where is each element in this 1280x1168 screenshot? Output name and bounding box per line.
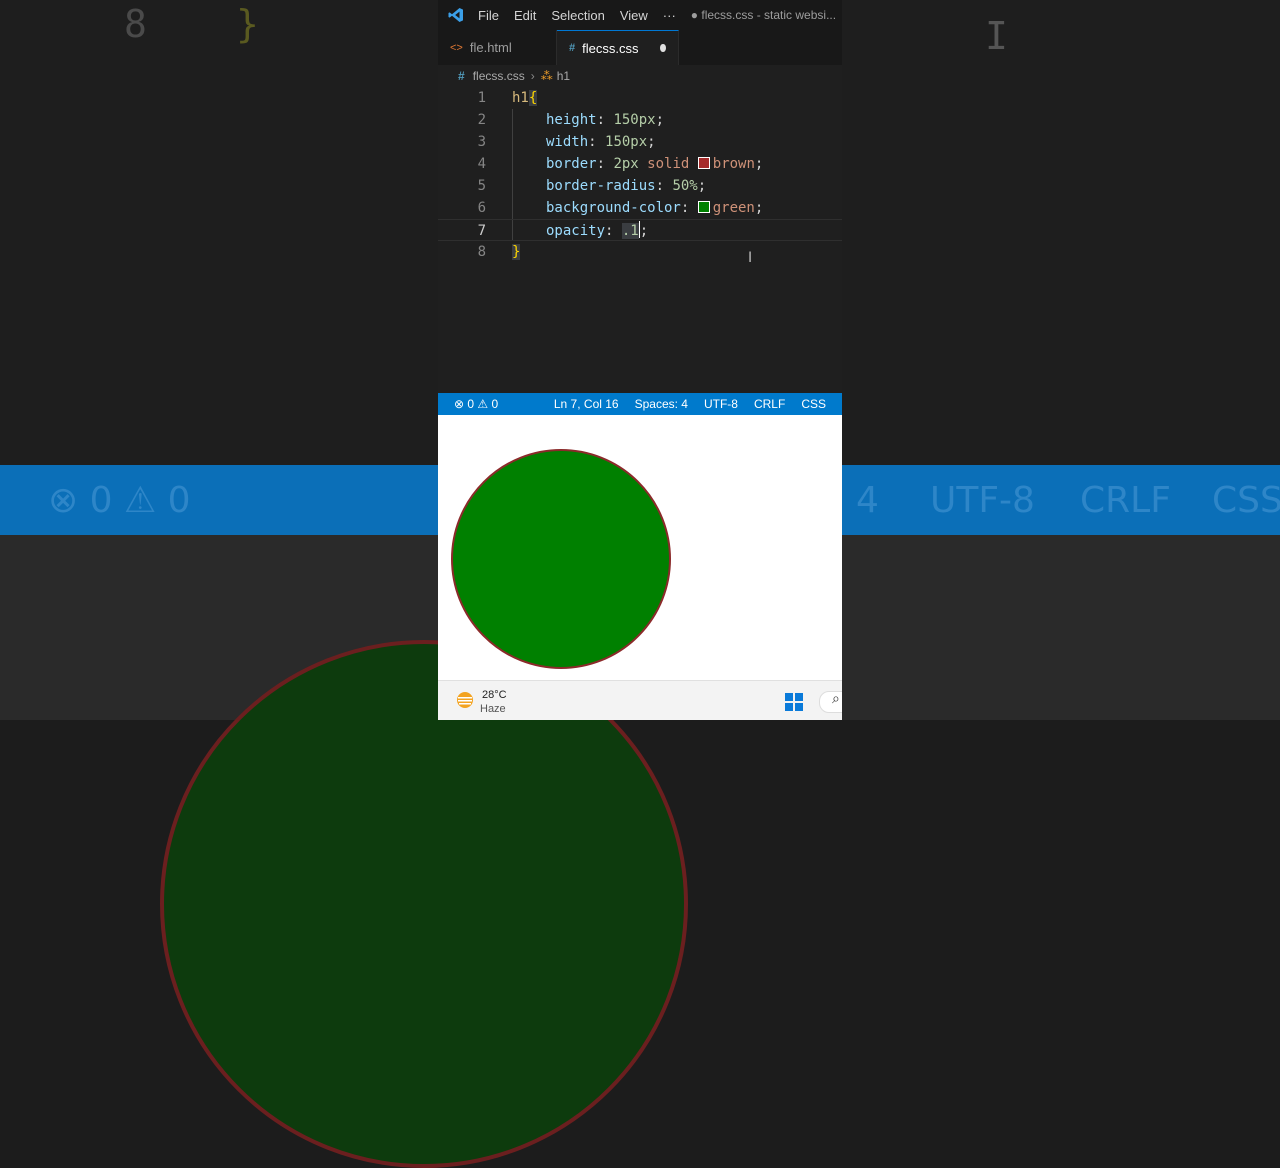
background-line-number: 8 xyxy=(124,2,147,46)
css-color-value: brown xyxy=(712,156,755,172)
css-property: border xyxy=(546,156,597,172)
haze-weather-icon[interactable] xyxy=(456,691,474,709)
line-number: 7 xyxy=(477,223,486,239)
line-number: 5 xyxy=(477,178,486,194)
code-line: 4 border: 2px solid brown; xyxy=(438,153,842,175)
css-value: 150px xyxy=(613,112,656,128)
background-brace: } xyxy=(236,2,259,46)
line-number: 4 xyxy=(477,156,486,172)
background-status-eol: CRLF xyxy=(1080,480,1171,521)
code-text: width: 150px; xyxy=(546,134,656,150)
problems-indicator[interactable]: ⊗ 0 ⚠ 0 xyxy=(438,397,554,411)
background-status-left: ⊗ 0 ⚠ 0 xyxy=(48,480,191,521)
search-icon: ⌕ xyxy=(832,690,840,706)
rendered-circle xyxy=(451,449,671,669)
background-status-encoding: UTF-8 xyxy=(930,480,1035,521)
tab-fle-html[interactable]: <> fle.html xyxy=(438,30,557,65)
code-line: 6 background-color: green; xyxy=(438,197,842,219)
css-value: .1 xyxy=(621,223,639,239)
code-text: border-radius: 50%; xyxy=(546,178,707,194)
css-value: solid xyxy=(647,156,690,172)
code-editor[interactable]: 1 h1{ 2 height: 150px; 3 width: 150px; 4… xyxy=(438,87,842,393)
code-text: background-color: green; xyxy=(546,200,764,216)
menu-file[interactable]: File xyxy=(478,8,499,23)
line-number: 2 xyxy=(477,112,486,128)
line-ending[interactable]: CRLF xyxy=(754,397,785,411)
tab-flecss-css[interactable]: # flecss.css xyxy=(557,30,679,65)
language-mode[interactable]: CSS xyxy=(801,397,826,411)
code-line: 3 width: 150px; xyxy=(438,131,842,153)
line-number: 6 xyxy=(477,200,486,216)
menu-more[interactable]: ··· xyxy=(663,8,676,23)
code-text: h1{ xyxy=(512,87,538,109)
css-value: 2px xyxy=(613,156,639,172)
code-line: 5 border-radius: 50%; xyxy=(438,175,842,197)
close-brace: } xyxy=(512,244,521,260)
editor-tabs: <> fle.html # flecss.css xyxy=(438,30,842,65)
html-icon: <> xyxy=(450,41,463,54)
css-property: width xyxy=(546,134,589,150)
background-status-lang: CSS xyxy=(1212,480,1280,521)
windows-start-icon[interactable] xyxy=(785,693,803,711)
background-ibeam: I xyxy=(985,14,1008,58)
indentation[interactable]: Spaces: 4 xyxy=(635,397,688,411)
line-number: 1 xyxy=(477,90,486,106)
chevron-right-icon: › xyxy=(530,69,535,83)
warning-count: 0 xyxy=(491,397,499,411)
window-title: ● flecss.css - static websi... xyxy=(690,8,837,22)
mouse-ibeam-icon: I xyxy=(748,250,753,266)
weather-temp[interactable]: 28°C xyxy=(482,689,507,701)
css-color-value: green xyxy=(712,200,755,216)
menu-view[interactable]: View xyxy=(620,8,648,23)
css-value: 50% xyxy=(672,178,698,194)
vscode-logo-icon xyxy=(448,7,464,23)
breadcrumb-file[interactable]: flecss.css xyxy=(473,69,525,83)
code-text: border: 2px solid brown; xyxy=(546,156,764,172)
menu-edit[interactable]: Edit xyxy=(514,8,536,23)
css-property: border-radius xyxy=(546,178,656,194)
vscode-window: File Edit Selection View ··· ● flecss.cs… xyxy=(438,0,842,720)
error-count: 0 xyxy=(467,397,475,411)
status-bar: ⊗ 0 ⚠ 0 Ln 7, Col 16 Spaces: 4 UTF-8 CRL… xyxy=(438,393,842,415)
css-selector: h1 xyxy=(512,90,529,106)
css-icon: # xyxy=(458,69,465,83)
code-text: opacity: .1; xyxy=(546,221,649,239)
weather-condition[interactable]: Haze xyxy=(480,703,506,715)
symbol-icon: ⁂ xyxy=(540,69,553,83)
code-text: height: 150px; xyxy=(546,112,665,128)
css-icon: # xyxy=(569,42,576,54)
breadcrumb-symbol[interactable]: h1 xyxy=(557,69,570,83)
css-value: 150px xyxy=(605,134,648,150)
tab-label: fle.html xyxy=(469,40,512,55)
windows-taskbar: 28°C Haze ⌕ xyxy=(438,680,842,720)
tab-label: flecss.css xyxy=(582,40,639,56)
color-swatch-icon[interactable] xyxy=(697,201,710,213)
line-number: 8 xyxy=(477,244,486,260)
code-line: 2 height: 150px; xyxy=(438,109,842,131)
css-property: opacity xyxy=(546,223,606,239)
warning-icon: ⚠ xyxy=(474,397,492,411)
browser-preview xyxy=(438,415,842,680)
unsaved-dot-icon[interactable] xyxy=(660,44,666,52)
code-line-current: 7 opacity: .1; xyxy=(438,219,842,241)
css-property: height xyxy=(546,112,597,128)
css-property: background-color xyxy=(546,200,681,216)
error-icon: ⊗ xyxy=(454,397,468,411)
open-brace: { xyxy=(528,90,538,106)
menu-selection[interactable]: Selection xyxy=(551,8,604,23)
code-text: } xyxy=(512,241,521,263)
color-swatch-icon[interactable] xyxy=(697,157,710,169)
breadcrumb: # flecss.css › ⁂ h1 xyxy=(438,65,842,87)
background-status-spaces: 4 xyxy=(856,480,879,521)
title-bar: File Edit Selection View ··· ● flecss.cs… xyxy=(438,0,842,30)
line-number: 3 xyxy=(477,134,486,150)
encoding[interactable]: UTF-8 xyxy=(704,397,738,411)
code-line: 1 h1{ xyxy=(438,87,842,109)
code-line: 8 } xyxy=(438,241,842,263)
cursor-position[interactable]: Ln 7, Col 16 xyxy=(554,397,619,411)
